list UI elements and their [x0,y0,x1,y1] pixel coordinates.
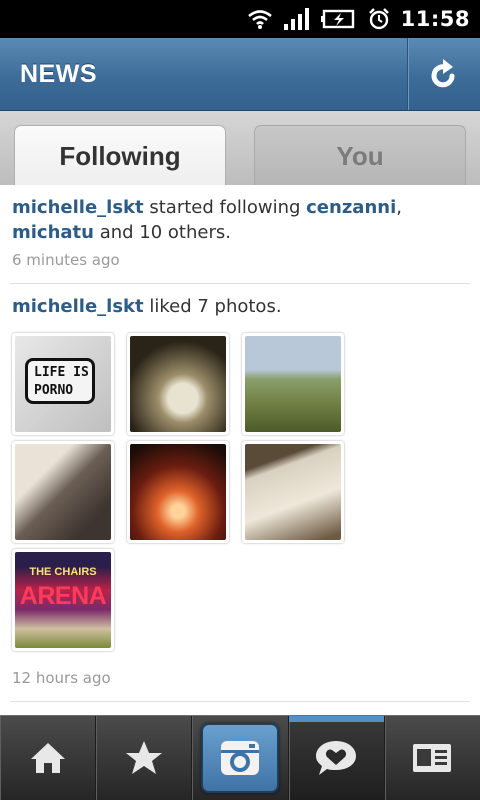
feed-item-time: 12 hours ago [12,669,111,687]
feed-item-text: michelle_lskt started following cenzanni… [12,197,402,243]
target-user-link[interactable]: michatu [12,222,94,243]
wifi-icon [247,10,272,29]
wine-bar-photo[interactable] [12,441,114,543]
refresh-icon [431,59,455,88]
life-is-porno-photo[interactable]: LIFE IS PORNO [12,333,114,435]
liked-photos-grid: LIFE IS PORNO THE CHAIRS ARENA [12,333,468,663]
news-feed[interactable]: michelle_lskt started following cenzanni… [0,185,480,715]
home-icon [30,743,65,773]
photo-caption: LIFE IS PORNO [25,358,95,404]
the-chairs-arena-photo[interactable]: THE CHAIRS ARENA [12,549,114,651]
feed-item-likes: michelle_lskt liked 7 photos. LIFE IS PO… [0,284,480,687]
tab-following[interactable]: Following [14,125,226,185]
star-icon [125,741,162,774]
status-bar: 11:58 [0,0,480,38]
heart-bubble-icon [316,741,357,775]
nav-camera-button[interactable] [192,716,289,800]
glass-vases-photo[interactable] [127,333,229,435]
battery-charging-icon [320,9,354,29]
tab-bar: Following You [0,111,480,185]
nav-news-button[interactable] [288,716,385,800]
feed-item-text: michelle_lskt liked 7 photos. [12,296,282,317]
refresh-button[interactable] [407,38,480,110]
status-time: 11:58 [400,7,470,31]
username-link[interactable]: michelle_lskt [12,296,144,317]
park-shoes-photo[interactable] [242,333,344,435]
nav-popular-button[interactable] [96,716,193,800]
signal-icon [283,8,309,30]
page-title: NEWS [20,60,97,88]
bottom-nav [0,715,480,800]
alarm-icon [368,8,389,30]
feed-item-time: 6 minutes ago [12,251,120,269]
divider [10,701,470,702]
camera-icon [221,741,259,775]
target-user-link[interactable]: cenzanni [306,197,396,218]
paper-closeup-photo[interactable] [242,441,344,543]
tab-you[interactable]: You [254,125,466,185]
feed-item-follow: michelle_lskt started following cenzanni… [0,185,480,269]
photo-caption: THE CHAIRS [29,566,97,578]
nav-home-button[interactable] [0,716,97,800]
username-link[interactable]: michelle_lskt [12,197,144,218]
sunset-building-photo[interactable] [127,441,229,543]
profile-card-icon [413,744,452,772]
app-bar: NEWS [0,38,480,111]
camera-button[interactable] [201,723,279,793]
nav-profile-button[interactable] [385,716,480,800]
photo-caption: ARENA [19,582,107,610]
